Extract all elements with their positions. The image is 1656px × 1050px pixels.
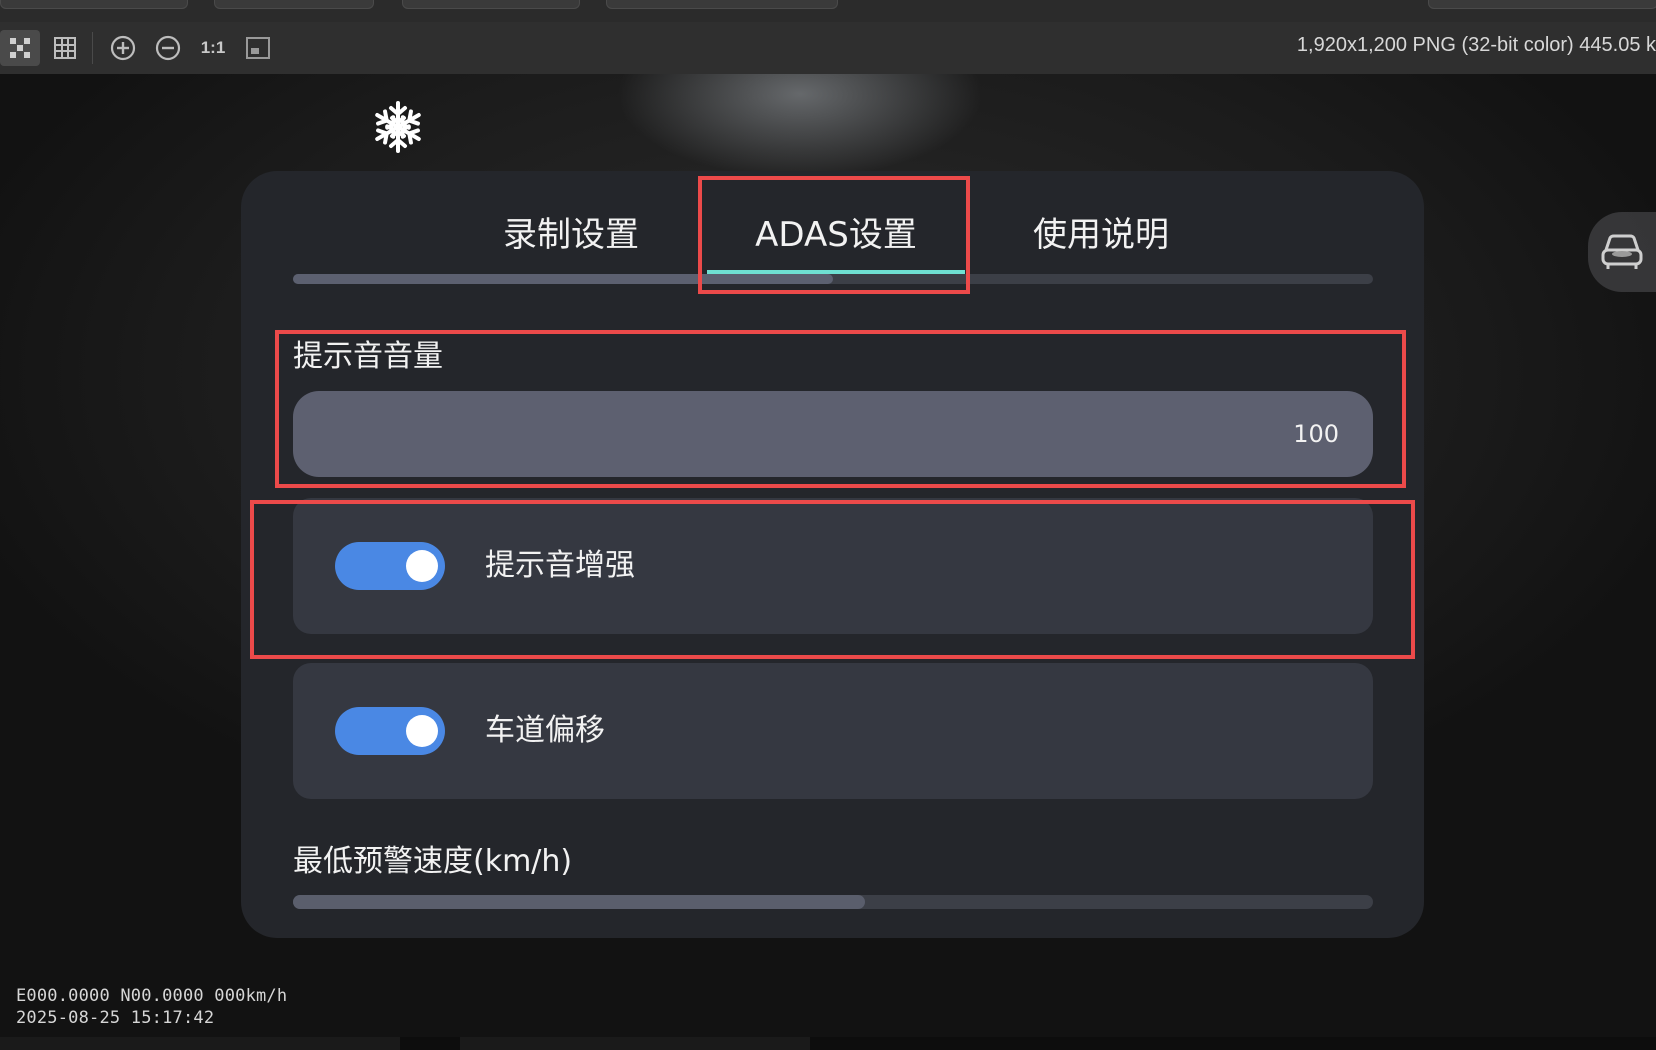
viewer-tab[interactable] [214,0,374,9]
tab-recording-settings[interactable]: 录制设置 [471,201,671,261]
actual-size-icon[interactable]: 1:1 [193,30,233,66]
datetime-readout: 2025-08-25 15:17:42 [16,1008,215,1028]
actual-size-label: 1:1 [200,38,226,57]
toolbar-separator [92,32,93,64]
toggle-card-lane-departure: 车道偏移 [293,663,1373,799]
fullscreen-icon[interactable] [238,30,278,66]
gps-readout: E000.0000 N00.0000 000km/h [16,986,288,1006]
grid-icon[interactable] [45,30,85,66]
viewer-tab-strip [0,0,1656,22]
min-speed-label: 最低预警速度(km/h) [293,844,573,879]
car-icon[interactable] [1588,212,1656,292]
annotation-box-sound-enhance [250,500,1415,659]
screen: 1:1 1,920x1,200 PNG (32-bit color) 445.0… [0,0,1656,1050]
viewer-tab[interactable] [0,0,188,9]
min-speed-slider-fill [293,895,866,909]
zoom-in-icon[interactable] [103,30,143,66]
zoom-out-icon[interactable] [148,30,188,66]
lane-departure-switch[interactable] [335,707,445,755]
viewer-tab[interactable] [402,0,580,9]
viewer-tab[interactable] [606,0,838,9]
annotation-box-adas-tab [698,176,970,294]
annotation-box-volume [275,330,1406,488]
viewer-tab[interactable] [1428,0,1656,9]
image-info: 1,920x1,200 PNG (32-bit color) 445.05 k [1296,34,1656,56]
viewer-toolbar: 1:1 1,920x1,200 PNG (32-bit color) 445.0… [0,22,1656,74]
fit-icon[interactable] [0,30,40,66]
snowflake-icon[interactable] [370,96,426,158]
bottom-strip [0,1037,1656,1050]
tab-label: 录制设置 [503,214,639,255]
tab-label: 使用说明 [1033,214,1169,255]
switch-knob [406,715,438,747]
lane-departure-label: 车道偏移 [485,713,605,748]
tab-instructions[interactable]: 使用说明 [1001,201,1201,261]
